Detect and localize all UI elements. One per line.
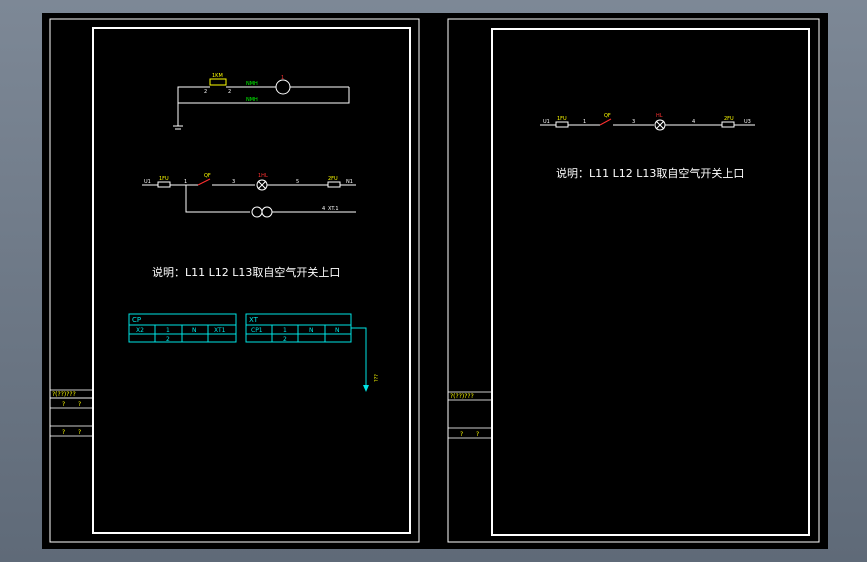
- right-titleblock-row1: ?(??)???: [450, 393, 474, 400]
- c2-node2: 3: [232, 179, 235, 185]
- right-titleblock-row2a: ?: [460, 431, 463, 438]
- rc-fuse2-label: 2FU: [724, 116, 734, 122]
- c2-fuse-label: 1FU: [159, 176, 169, 182]
- c2-branch-node: 4: [322, 206, 325, 212]
- left-titleblock-row3b: ?: [78, 429, 81, 436]
- right-note: 说明：L11 L12 L13取自空气开关上口: [556, 166, 744, 180]
- rc-node2: 3: [632, 119, 635, 125]
- drawing-canvas: ?(??)??? ? ? ? ? 1KM 2 2 1 NMH NMH U1 1F…: [42, 13, 828, 549]
- rc-lamp-label: HL: [656, 113, 663, 119]
- c1-wire-label-top: NMH: [246, 81, 258, 87]
- cp-header-0: X2: [136, 327, 144, 334]
- left-titleblock-row2b: ?: [78, 401, 81, 408]
- c2-branch-end: XT.1: [328, 206, 339, 212]
- c2-start-label: U1: [144, 179, 151, 185]
- c1-wire-label-bottom: NMH: [246, 97, 258, 103]
- cp-table-title: CP: [132, 316, 141, 324]
- cp-header-2: N: [192, 327, 197, 334]
- c1-label-top: 1KM: [212, 73, 223, 79]
- left-titleblock-row2a: ?: [62, 401, 65, 408]
- c2-end-label: N1: [346, 179, 353, 185]
- cp-header-3: XT1: [214, 327, 226, 334]
- rc-fuse-label: 1FU: [557, 116, 567, 122]
- xt-table-title: XT: [249, 316, 259, 324]
- cp-value-1: 2: [166, 336, 170, 343]
- c2-node3: 5: [296, 179, 299, 185]
- xt-header-1: 1: [283, 327, 287, 334]
- xt-value-1: 2: [283, 336, 287, 343]
- c2-switch-label: QF: [204, 173, 211, 179]
- rc-node3: 4: [692, 119, 695, 125]
- xt-header-0: CP1: [251, 327, 263, 334]
- xt-header-3: N: [335, 327, 340, 334]
- c2-lamp-label: 1HL: [258, 173, 268, 179]
- rc-start-label: U1: [543, 119, 550, 125]
- arrow-label: ???: [374, 374, 380, 382]
- c2-fuse2-label: 2FU: [328, 176, 338, 182]
- model-space: [42, 13, 828, 549]
- left-titleblock-row3a: ?: [62, 429, 65, 436]
- rc-node1: 1: [583, 119, 586, 125]
- left-note: 说明：L11 L12 L13取自空气开关上口: [152, 265, 340, 279]
- right-titleblock-row2b: ?: [476, 431, 479, 438]
- left-titleblock-row1: ?(??)???: [52, 391, 76, 398]
- c1-lamp-label: 1: [281, 75, 284, 81]
- rc-switch-label: QF: [604, 113, 611, 119]
- c1-node-right: 2: [228, 89, 231, 95]
- xt-header-2: N: [309, 327, 314, 334]
- cp-header-1: 1: [166, 327, 170, 334]
- c1-node-left: 2: [204, 89, 207, 95]
- c2-node1: 1: [184, 179, 187, 185]
- rc-end-label: U3: [744, 119, 751, 125]
